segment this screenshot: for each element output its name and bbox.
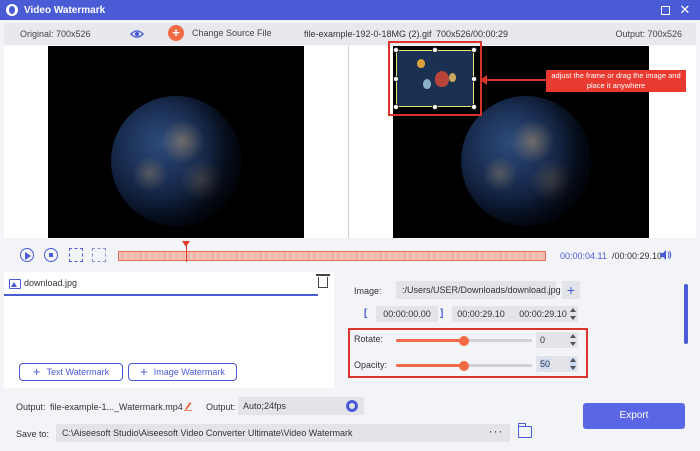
spinner-icon[interactable] xyxy=(570,308,576,320)
edit-icon[interactable] xyxy=(184,401,192,411)
end-time-value: 00:00:29.10 xyxy=(457,309,505,319)
output-bar: Output: file-example-1..._Watermark.mp4 … xyxy=(4,392,696,451)
original-video-preview xyxy=(48,46,304,238)
set-start-icon[interactable]: [ xyxy=(364,308,367,319)
settings-scrollbar[interactable] xyxy=(684,284,688,344)
clip-start-button[interactable] xyxy=(69,248,83,262)
duration-value: 00:00:29.10 xyxy=(519,309,567,319)
volume-icon[interactable] xyxy=(660,250,672,260)
change-source-label: Change Source File xyxy=(192,28,272,38)
gear-icon[interactable] xyxy=(346,400,358,412)
plus-icon: + xyxy=(32,364,41,379)
add-image-button[interactable]: + xyxy=(562,281,580,299)
plus-icon: + xyxy=(140,364,148,379)
watermark-list-item[interactable]: download.jpg xyxy=(4,272,334,296)
timeline-track[interactable] xyxy=(118,251,546,261)
watermark-settings-pane: Image: :/Users/USER/Downloads/download.j… xyxy=(336,272,680,388)
end-time-field[interactable]: 00:00:29.10 xyxy=(452,306,510,322)
current-time: 00:00:04.11 xyxy=(560,251,607,261)
annotation-hint: adjust the frame or drag the image and p… xyxy=(546,70,686,92)
title-bar: Video Watermark ✕ xyxy=(0,0,700,20)
output-filename: file-example-1..._Watermark.mp4 xyxy=(50,402,183,412)
play-button[interactable] xyxy=(20,248,34,262)
annotation-arrow xyxy=(480,75,546,85)
add-image-watermark-button[interactable]: + Image Watermark xyxy=(128,363,237,381)
close-button[interactable]: ✕ xyxy=(678,2,692,17)
image-icon xyxy=(9,279,21,289)
maximize-icon xyxy=(660,5,670,15)
start-time-value: 00:00:00.00 xyxy=(383,309,431,319)
save-to-label: Save to: xyxy=(16,429,50,439)
source-filename: file-example-192-0-18MG (2).gif xyxy=(304,29,432,39)
annotation-highlight-box xyxy=(388,41,482,116)
browse-button[interactable]: ··· xyxy=(482,424,510,442)
add-image-watermark-label: Image Watermark xyxy=(153,367,225,377)
app-logo-icon xyxy=(6,4,18,16)
image-label: Image: xyxy=(354,286,382,296)
preview-divider xyxy=(348,46,349,238)
folder-icon[interactable] xyxy=(517,423,532,438)
timeline-ticks xyxy=(119,252,545,260)
original-size-label: Original: 700x526 xyxy=(20,29,91,39)
clip-end-button[interactable] xyxy=(92,248,106,262)
plus-icon: + xyxy=(168,25,184,41)
set-end-icon[interactable]: ] xyxy=(440,308,443,319)
selected-underline xyxy=(4,294,318,296)
image-path-field[interactable]: :/Users/USER/Downloads/download.jpg xyxy=(396,281,561,299)
add-text-watermark-label: Text Watermark xyxy=(46,367,110,377)
format-label: Output: xyxy=(206,402,236,412)
output-label: Output: xyxy=(16,402,46,412)
start-time-field[interactable]: 00:00:00.00 xyxy=(376,306,438,322)
watermark-list-pane: download.jpg + Text Watermark + Image Wa… xyxy=(4,272,334,388)
stop-button[interactable] xyxy=(44,248,58,262)
preview-area: adjust the frame or drag the image and p… xyxy=(4,41,696,238)
window-title: Video Watermark xyxy=(24,4,106,16)
add-text-watermark-button[interactable]: + Text Watermark xyxy=(19,363,123,381)
maximize-button[interactable] xyxy=(658,3,672,17)
source-fileinfo: 700x526/00:00:29 xyxy=(436,29,509,39)
save-path-field[interactable]: C:\Aiseesoft Studio\Aiseesoft Video Conv… xyxy=(56,424,482,442)
source-info-bar: Original: 700x526 + Change Source File f… xyxy=(4,23,696,45)
watermark-item-label: download.jpg xyxy=(24,278,78,288)
trash-icon[interactable] xyxy=(316,274,330,288)
export-button[interactable]: Export xyxy=(583,403,685,429)
earth-image xyxy=(111,96,241,226)
output-size-label: Output: 700x526 xyxy=(615,29,682,39)
change-source-button[interactable]: + Change Source File xyxy=(168,25,272,41)
playback-controls: 00:00:04.11 /00:00:29.10 xyxy=(4,240,696,270)
eye-icon[interactable] xyxy=(130,27,144,41)
playhead[interactable] xyxy=(182,241,190,262)
annotation-highlight-box xyxy=(348,328,588,378)
duration-field[interactable]: 00:00:29.10 xyxy=(508,306,578,322)
total-time: /00:00:29.10 xyxy=(612,251,663,261)
